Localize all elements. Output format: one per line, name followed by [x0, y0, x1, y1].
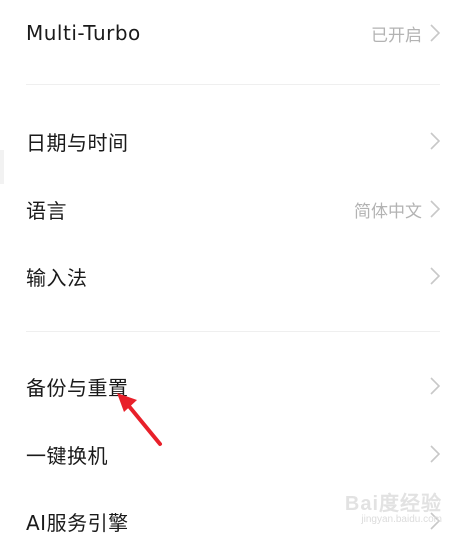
red-arrow-annotation: [117, 393, 162, 446]
